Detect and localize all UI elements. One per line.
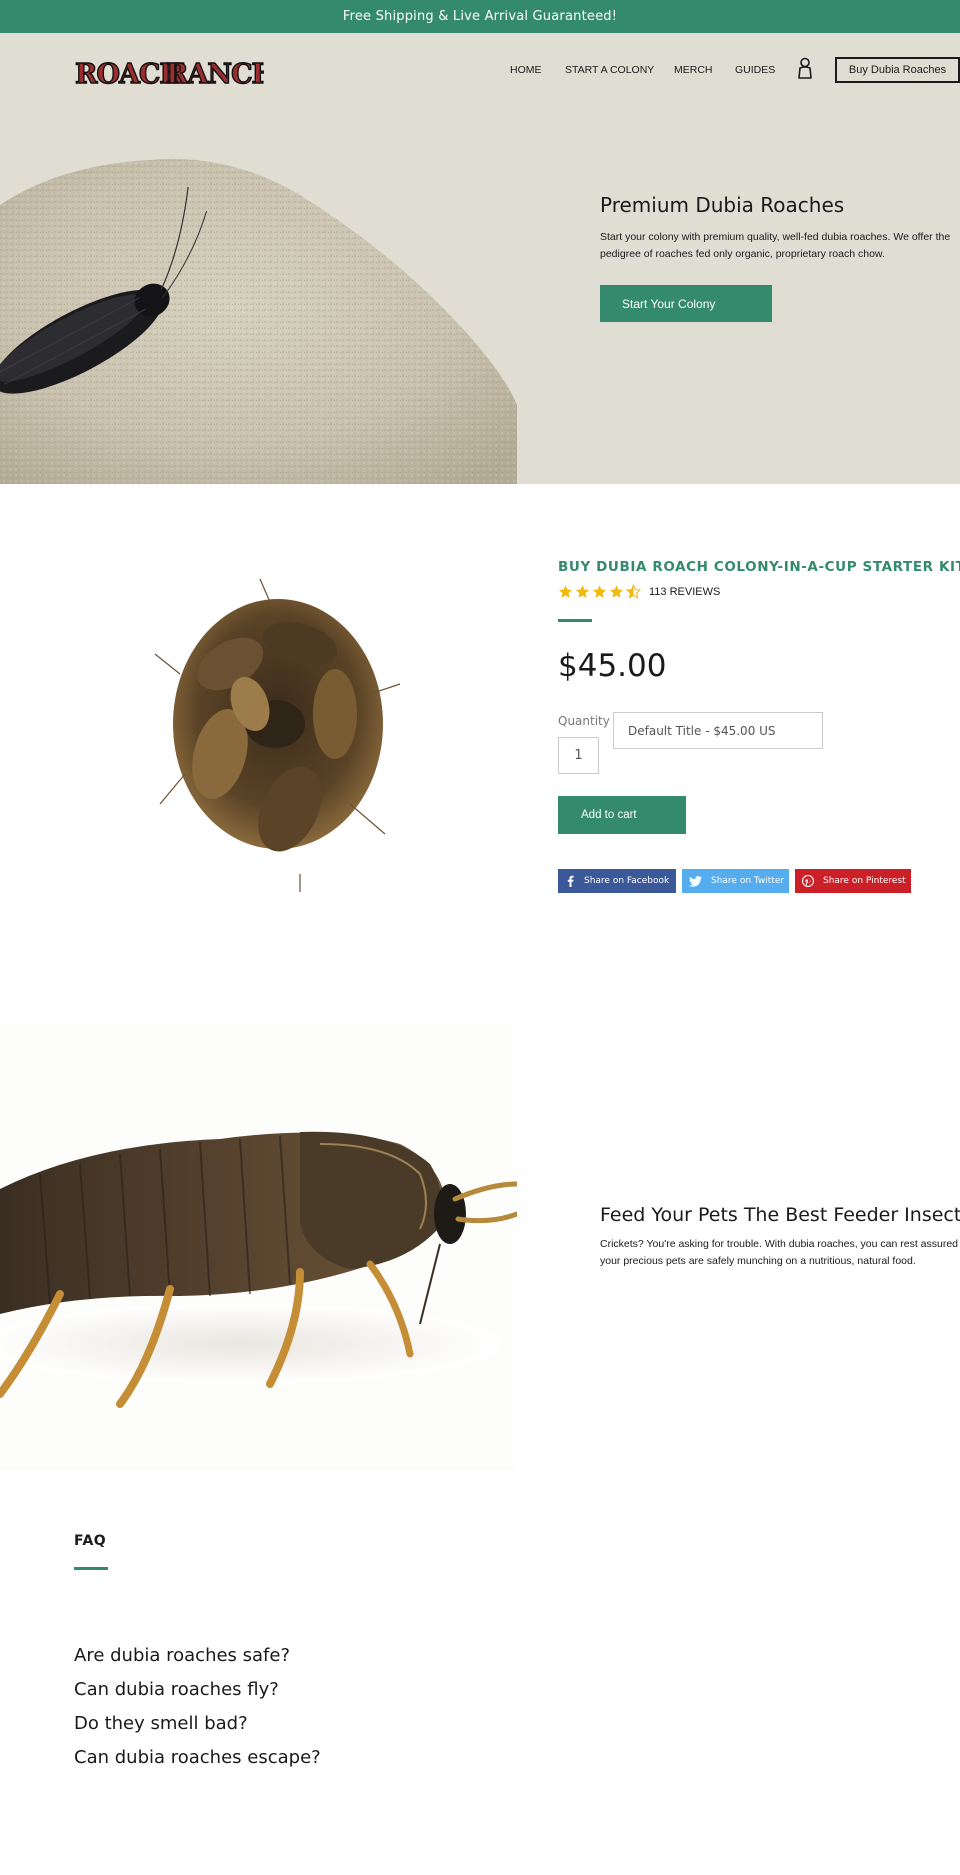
faq-item[interactable]: Are dubia roaches safe? [74,1639,321,1673]
buy-dubia-roaches-button[interactable]: Buy Dubia Roaches [835,57,960,83]
product-title: BUY DUBIA ROACH COLONY-IN-A-CUP STARTER … [558,559,960,575]
review-count: 113 REVIEWS [649,585,721,598]
announcement-bar: Free Shipping & Live Arrival Guaranteed! [0,0,960,33]
quantity-label: Quantity [558,714,610,728]
quantity-input[interactable]: 1 [558,737,599,774]
share-facebook-label: Share on Facebook [584,876,670,886]
product-info: BUY DUBIA ROACH COLONY-IN-A-CUP STARTER … [558,559,960,893]
product-rating[interactable]: 113 REVIEWS [558,584,938,599]
faq-list: Are dubia roaches safe? Can dubia roache… [74,1639,321,1775]
account-icon[interactable] [796,57,814,79]
add-to-cart-button[interactable]: Add to cart [558,796,686,834]
product-price: $45.00 [558,648,667,684]
share-pinterest-label: Share on Pinterest [823,876,906,886]
star-half-icon [626,584,641,599]
start-your-colony-button[interactable]: Start Your Colony [600,285,772,322]
hero-roach-image [0,105,517,484]
announcement-text: Free Shipping & Live Arrival Guaranteed! [342,9,618,24]
feature-section: Feed Your Pets The Best Feeder Insects C… [0,944,960,1484]
star-icon [575,585,590,598]
faq-heading: FAQ [74,1533,107,1549]
rating-stars [558,584,641,599]
feature-description: Crickets? You're asking for trouble. Wit… [600,1238,959,1267]
share-twitter-label: Share on Twitter [711,876,785,886]
nav-home[interactable]: HOME [510,64,542,76]
hero-section: ROACH RANCHER HOME START A COLONY MERCH … [0,33,960,484]
star-icon [609,585,624,598]
faq-item[interactable]: Can dubia roaches escape? [74,1741,321,1775]
site-header: ROACH RANCHER HOME START A COLONY MERCH … [0,33,960,105]
nav-guides[interactable]: GUIDES [735,64,775,76]
share-facebook-button[interactable]: Share on Facebook [558,869,676,893]
quantity-variant-row: Quantity 1 Default Title - $45.00 US [558,712,938,774]
share-twitter-button[interactable]: Share on Twitter [682,869,789,893]
site-logo[interactable]: ROACH RANCHER [74,54,320,92]
faq-divider [74,1567,108,1570]
logo-wordmark: ROACH RANCHER [74,58,320,90]
star-icon [558,585,573,598]
star-icon [592,585,607,598]
hero-title: Premium Dubia Roaches [600,193,845,217]
nav-merch[interactable]: MERCH [674,64,713,76]
pinterest-icon [802,875,814,887]
product-section: BUY DUBIA ROACH COLONY-IN-A-CUP STARTER … [0,484,960,944]
nav-start-a-colony[interactable]: START A COLONY [565,64,654,76]
faq-section: FAQ Are dubia roaches safe? Can dubia ro… [0,1484,960,1875]
facebook-icon [567,875,574,887]
hero-description: Start your colony with premium quality, … [600,231,951,260]
svg-text:RANCHER: RANCHER [166,59,264,90]
feature-title: Feed Your Pets The Best Feeder Insects [600,1204,960,1226]
share-pinterest-button[interactable]: Share on Pinterest [795,869,911,893]
variant-select[interactable]: Default Title - $45.00 US [613,712,823,749]
hero-content: Premium Dubia Roaches Start your colony … [600,193,960,322]
share-buttons: Share on Facebook Share on Twitter Share… [558,869,938,893]
product-image[interactable] [150,574,410,894]
faq-item[interactable]: Do they smell bad? [74,1707,321,1741]
feature-roach-image [0,1024,517,1470]
divider [558,619,592,622]
twitter-icon [689,875,702,887]
feature-content: Feed Your Pets The Best Feeder Insects C… [600,1204,960,1270]
faq-item[interactable]: Can dubia roaches fly? [74,1673,321,1707]
